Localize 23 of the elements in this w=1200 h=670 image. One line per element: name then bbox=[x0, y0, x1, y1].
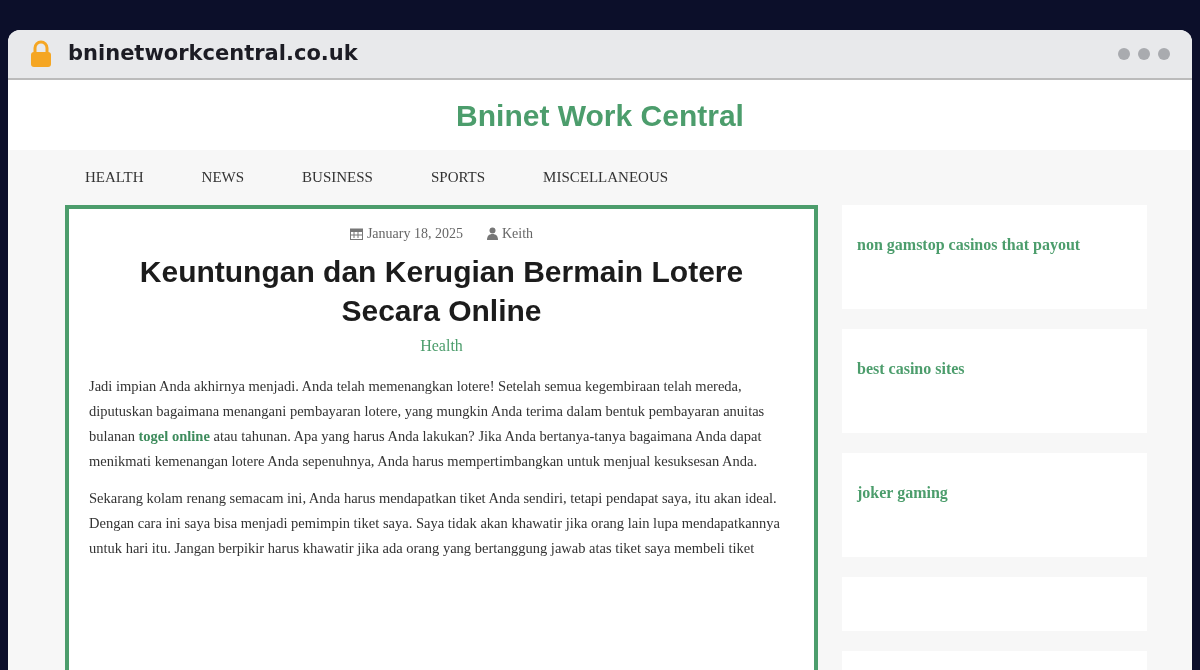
paragraph-text: Jadi impian Anda akhirnya menjadi. Anda telah memenangkan lotere! Setelah semua kegembiraan telah mereda, diputuskan bagaimana menangani pembayaran lotere, yang mungkin Anda terima dalam bentuk pembayaran anuitas bulanan togel online atau tahunan. Apa yang harus Anda lakukan? Jika Anda bertanya-tanya bagaimana Anda dapat menikmati kemenangan lotere Anda sepenuhnya, Anda harus mempertimbangkan untuk menjual kesuksesan Anda. bbox=[89, 376, 766, 471]
widget-link[interactable]: joker gaming bbox=[857, 483, 948, 501]
paragraph-text: Sekarang kolam renang semacam ini, Anda harus mendapatkan tiket Anda sendiri, tetapi pendapat saya, itu akan ideal. Dengan cara ini saya bisa menjadi pemimpin tiket saya. Saya tidak akan khawatir jika orang lain lupa mendapatkannya untuk hari itu. Jangan berpikir harus khawatir jika ada orang yang bertanggung jawab atas tiket saya membeli tiket bbox=[89, 488, 781, 558]
site-title[interactable]: Bninet Work Central bbox=[456, 92, 744, 138]
nav-link[interactable]: NEWS bbox=[172, 150, 274, 205]
padlock-icon bbox=[30, 40, 52, 68]
nav-link[interactable]: BUSINESS bbox=[273, 150, 402, 205]
calendar-icon bbox=[349, 226, 363, 240]
post-date: January 18, 2025 bbox=[366, 224, 463, 243]
inline-link[interactable]: togel online bbox=[138, 427, 210, 444]
category-link[interactable]: Health bbox=[420, 336, 463, 354]
window-dot-icon bbox=[1158, 48, 1170, 60]
nav-link[interactable]: HEALTH bbox=[56, 150, 173, 205]
window-dot-icon bbox=[1138, 48, 1150, 60]
article-title: Keuntungan dan Kerugian Bermain Lotere Secara Online bbox=[138, 253, 745, 329]
nav-link[interactable]: SPORTS bbox=[401, 150, 515, 205]
user-icon bbox=[486, 226, 498, 240]
url-text: bninetworkcentral.co.uk bbox=[68, 40, 358, 68]
widget-link[interactable]: best casino sites bbox=[857, 359, 965, 377]
window-dot-icon bbox=[1118, 48, 1130, 60]
nav-link[interactable]: MISCELLANEOUS bbox=[514, 150, 698, 205]
widget-link[interactable]: non gamstop casinos that payout bbox=[857, 235, 1081, 253]
post-author[interactable]: Keith bbox=[501, 222, 534, 244]
